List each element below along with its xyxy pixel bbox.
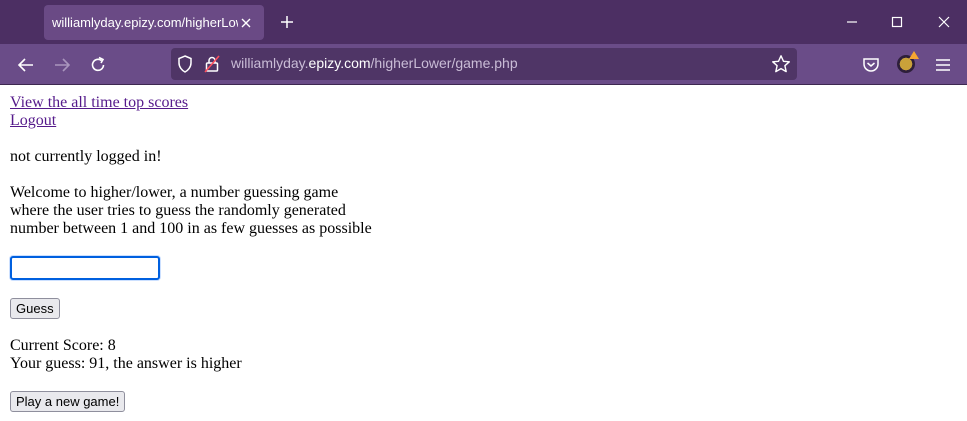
guess-feedback: Your guess: 91, the answer is higher — [10, 355, 242, 372]
window-close-icon[interactable] — [934, 12, 954, 32]
page-content: View the all time top scores Logout not … — [0, 85, 967, 421]
back-icon[interactable] — [15, 54, 37, 76]
url-text[interactable]: williamlyday.epizy.com/higherLower/game.… — [231, 55, 518, 71]
star-icon[interactable] — [771, 54, 791, 79]
maximize-icon[interactable] — [887, 12, 907, 32]
intro-text: Welcome to higher/lower, a number guessi… — [10, 184, 957, 238]
close-icon[interactable] — [238, 15, 254, 31]
lock-icon[interactable] — [204, 55, 220, 78]
browser-tab[interactable]: williamlyday.epizy.com/higherLower/game.… — [44, 5, 264, 40]
plus-icon[interactable] — [277, 12, 297, 32]
current-score: Current Score: 8 — [10, 337, 116, 354]
minimize-icon[interactable] — [842, 12, 862, 32]
menu-icon[interactable] — [932, 54, 954, 76]
tab-bar: williamlyday.epizy.com/higherLower/game.… — [0, 0, 967, 44]
intro-line: number between 1 and 100 in as few guess… — [10, 220, 372, 237]
extension-avatar-icon[interactable] — [897, 51, 919, 73]
intro-line: Welcome to higher/lower, a number guessi… — [10, 184, 339, 201]
intro-line: where the user tries to guess the random… — [10, 202, 346, 219]
login-status: not currently logged in! — [10, 148, 162, 165]
shield-icon[interactable] — [177, 55, 193, 78]
forward-icon[interactable] — [51, 54, 73, 76]
address-bar[interactable]: williamlyday.epizy.com/higherLower/game.… — [171, 48, 797, 80]
logout-link[interactable]: Logout — [10, 112, 957, 130]
reload-icon[interactable] — [87, 54, 109, 76]
new-game-button[interactable]: Play a new game! — [10, 391, 126, 412]
navigation-toolbar: williamlyday.epizy.com/higherLower/game.… — [0, 44, 967, 85]
guess-input[interactable] — [10, 256, 160, 280]
game-status: Current Score: 8 Your guess: 91, the ans… — [10, 337, 957, 373]
top-scores-link[interactable]: View the all time top scores — [10, 94, 957, 112]
tab-title: williamlyday.epizy.com/higherLower/game.… — [52, 15, 238, 30]
pocket-icon[interactable] — [860, 54, 882, 76]
guess-button[interactable]: Guess — [10, 298, 60, 319]
